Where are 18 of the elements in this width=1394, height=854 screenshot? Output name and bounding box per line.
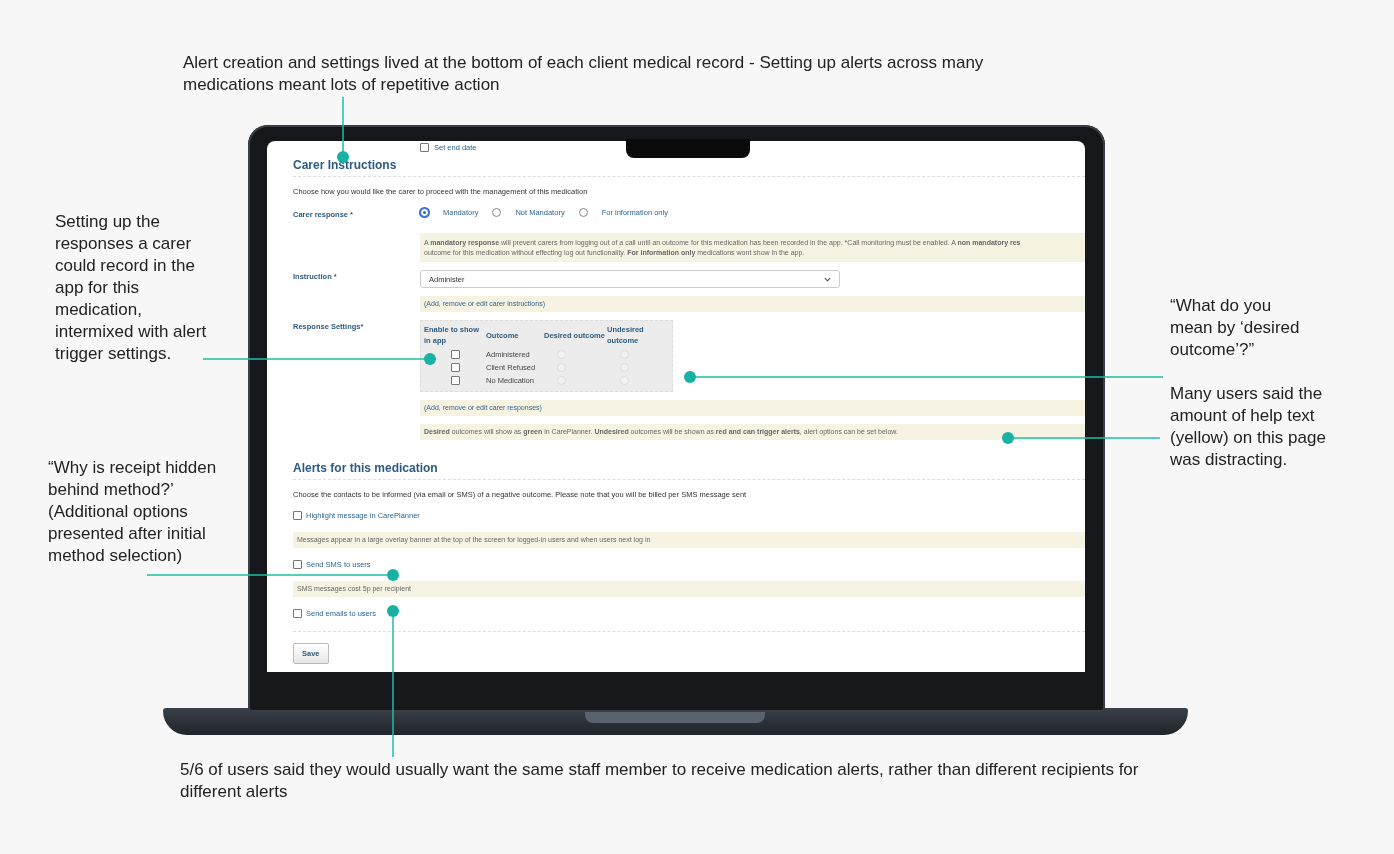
checkbox[interactable]: [451, 363, 460, 372]
checkbox[interactable]: [420, 142, 429, 152]
checkbox[interactable]: [451, 376, 460, 385]
chevron-icon: [824, 276, 831, 282]
annotation-note: Setting up the responses a carer could record in the app for this medication, intermixed with alert trigger settings.: [55, 211, 208, 365]
checkbox[interactable]: [293, 560, 302, 569]
checkbox[interactable]: [293, 511, 302, 520]
annotation-note: Many users said the amount of help text (yellow) on this page was distracting.: [1170, 383, 1327, 471]
annotation-note: 5/6 of users said they would usually want the same staff member to receive medication alerts, rather than different recipients for different alerts: [180, 759, 1140, 803]
annotation-note: “Why is receipt hidden behind method?’ (Additional options presented after initial method selection): [48, 457, 218, 567]
radio-button[interactable]: [492, 208, 502, 217]
checkbox[interactable]: [451, 350, 460, 359]
annotation-note: “What do you mean by ‘desired outcome’?”: [1170, 295, 1301, 361]
section-heading: Alerts for this medication: [293, 461, 1085, 480]
radio-button[interactable]: [578, 208, 588, 217]
annotation-note: Alert creation and settings lived at the bottom of each client medical record - Setting up alerts across many medications meant lots of repetitive action: [183, 52, 985, 96]
checkbox[interactable]: [293, 609, 302, 618]
radio-button[interactable]: [420, 208, 429, 217]
